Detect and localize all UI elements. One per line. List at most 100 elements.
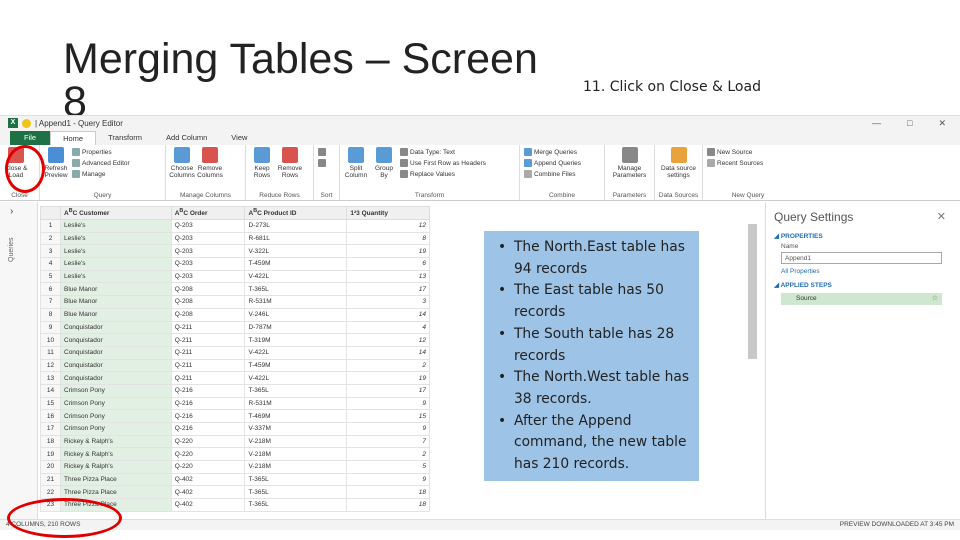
- manage-button[interactable]: Manage: [72, 170, 130, 178]
- maximize-button[interactable]: □: [907, 118, 912, 129]
- group-by-button[interactable]: Group By: [372, 147, 396, 190]
- group-label-new-query: New Query: [731, 192, 765, 199]
- cell-customer: Leslie's: [60, 231, 172, 246]
- all-properties-link[interactable]: All Properties: [766, 266, 960, 277]
- grid-header-row: ABC Customer ABC Order ABC Product ID 1²…: [40, 206, 430, 220]
- row-number: 19: [40, 447, 61, 462]
- table-row[interactable]: 4 Leslie's Q-203 T-459M 6: [40, 257, 430, 271]
- sort-descending-button[interactable]: [318, 159, 326, 167]
- column-header-label: Product ID: [263, 210, 297, 218]
- remove-rows-icon: [282, 147, 298, 163]
- table-row[interactable]: 7 Blue Manor Q-208 R-531M 3: [40, 295, 430, 309]
- tab-add-column[interactable]: Add Column: [154, 131, 219, 145]
- step-settings-icon[interactable]: ☆: [932, 294, 938, 302]
- refresh-preview-label: Refresh Preview: [44, 165, 68, 179]
- ribbon-group-query: Refresh Preview Properties Advanced Edit…: [40, 145, 166, 200]
- queries-pane[interactable]: › Queries: [0, 202, 38, 519]
- group-label-reduce-rows: Reduce Rows: [259, 192, 300, 199]
- split-column-button[interactable]: Split Column: [344, 147, 368, 190]
- data-type-dropdown[interactable]: Data Type: Text: [400, 148, 486, 156]
- table-row[interactable]: 16 Crimson Pony Q-216 T-469M 15: [40, 409, 430, 423]
- tab-file[interactable]: File: [10, 131, 51, 145]
- tab-transform[interactable]: Transform: [96, 131, 154, 145]
- manage-label: Manage: [82, 170, 106, 178]
- remove-columns-button[interactable]: Remove Columns: [197, 147, 223, 190]
- merge-queries-button[interactable]: Merge Queries: [524, 148, 581, 156]
- column-header-customer[interactable]: ABC Customer: [60, 206, 172, 220]
- properties-button[interactable]: Properties: [72, 148, 130, 156]
- remove-columns-icon: [202, 147, 218, 163]
- table-row[interactable]: 8 Blue Manor Q-208 V-246L 14: [40, 307, 430, 322]
- table-row[interactable]: 12 Conquistador Q-211 T-459M 2: [40, 358, 430, 373]
- new-source-button[interactable]: New Source: [707, 148, 763, 156]
- minimize-button[interactable]: —: [872, 118, 881, 129]
- applied-step-source[interactable]: Source ☆: [781, 293, 942, 305]
- cell-customer: Leslie's: [60, 269, 172, 284]
- table-row[interactable]: 13 Conquistador Q-211 V-422L 19: [40, 371, 430, 385]
- table-row[interactable]: 15 Crimson Pony Q-216 R-531M 9: [40, 396, 430, 411]
- remove-rows-button[interactable]: Remove Rows: [278, 147, 302, 190]
- combine-files-button[interactable]: Combine Files: [524, 170, 581, 178]
- cell-quantity: 3: [346, 295, 430, 309]
- table-row[interactable]: 1 Leslie's Q-203 D-273L 12: [40, 219, 430, 233]
- replace-values-button[interactable]: Replace Values: [400, 170, 486, 178]
- properties-section-header[interactable]: ◢ PROPERTIES: [766, 228, 960, 242]
- table-row[interactable]: 10 Conquistador Q-211 T-319M 12: [40, 333, 430, 347]
- slide: Merging Tables – Screen 8 11. Click on C…: [0, 0, 960, 540]
- append-queries-button[interactable]: Append Queries: [524, 159, 581, 167]
- column-header-product-id[interactable]: ABC Product ID: [244, 206, 348, 220]
- row-number: 16: [40, 409, 61, 423]
- row-number: 21: [40, 472, 61, 487]
- first-row-headers-button[interactable]: Use First Row as Headers: [400, 159, 486, 167]
- cell-customer: Crimson Pony: [60, 409, 172, 423]
- table-row[interactable]: 6 Blue Manor Q-208 T-365L 17: [40, 282, 430, 297]
- table-row[interactable]: 21 Three Pizza Place Q-402 T-365L 9: [40, 472, 430, 487]
- table-row[interactable]: 14 Crimson Pony Q-216 T-365L 17: [40, 383, 430, 398]
- feedback-smiley-icon[interactable]: [22, 118, 31, 128]
- name-input[interactable]: Append1: [781, 252, 942, 264]
- applied-steps-section-header[interactable]: ◢ APPLIED STEPS: [766, 277, 960, 291]
- note-bullet: After the Append command, the new table …: [490, 411, 691, 476]
- tab-view[interactable]: View: [219, 131, 259, 145]
- table-row[interactable]: 20 Rickey & Ralph's Q-220 V-218M 5: [40, 460, 430, 474]
- table-row[interactable]: 9 Conquistador Q-211 D-787M 4: [40, 320, 430, 335]
- group-label-combine: Combine: [548, 192, 575, 199]
- table-row[interactable]: 3 Leslie's Q-203 V-322L 19: [40, 244, 430, 259]
- keep-rows-button[interactable]: Keep Rows: [250, 147, 274, 190]
- cell-customer: Crimson Pony: [60, 383, 172, 398]
- table-row[interactable]: 19 Rickey & Ralph's Q-220 V-218M 2: [40, 447, 430, 462]
- table-row[interactable]: 18 Rickey & Ralph's Q-220 V-218M 7: [40, 434, 430, 449]
- recent-sources-button[interactable]: Recent Sources: [707, 159, 763, 167]
- cell-product-id: R-531M: [244, 396, 348, 411]
- close-window-button[interactable]: ✕: [938, 118, 946, 129]
- tab-home[interactable]: Home: [50, 131, 97, 145]
- table-row[interactable]: 5 Leslie's Q-203 V-422L 13: [40, 269, 430, 284]
- cell-customer: Rickey & Ralph's: [60, 434, 172, 449]
- sort-ascending-button[interactable]: [318, 148, 326, 156]
- query-settings-pane: Query Settings ✕ ◢ PROPERTIES Name Appen…: [765, 202, 960, 519]
- table-row[interactable]: 22 Three Pizza Place Q-402 T-365L 18: [40, 485, 430, 500]
- data-source-settings-button[interactable]: Data source settings: [659, 147, 698, 190]
- group-label-close: Close: [11, 192, 28, 199]
- table-row[interactable]: 11 Conquistador Q-211 V-422L 14: [40, 345, 430, 360]
- row-number: 14: [40, 383, 61, 398]
- table-row[interactable]: 2 Leslie's Q-203 R-681L 8: [40, 231, 430, 246]
- manage-parameters-button[interactable]: Manage Parameters: [609, 147, 650, 190]
- append-queries-label: Append Queries: [534, 159, 581, 167]
- close-icon[interactable]: ✕: [937, 210, 946, 223]
- table-row[interactable]: 17 Crimson Pony Q-216 V-337M 9: [40, 422, 430, 436]
- ribbon: Close & Load Close Refresh Preview Prope…: [0, 145, 960, 201]
- window-controls: — □ ✕: [872, 118, 960, 129]
- row-number: 8: [40, 307, 61, 322]
- cell-customer: Blue Manor: [60, 307, 172, 322]
- expand-queries-icon[interactable]: ›: [10, 206, 13, 217]
- column-header-order[interactable]: ABC Order: [170, 206, 246, 220]
- advanced-editor-button[interactable]: Advanced Editor: [72, 159, 130, 167]
- choose-columns-button[interactable]: Choose Columns: [169, 147, 195, 190]
- column-header-quantity[interactable]: 1²3 Quantity: [346, 206, 430, 220]
- column-header-label: Order: [189, 210, 208, 218]
- vertical-scrollbar[interactable]: [748, 224, 757, 359]
- refresh-preview-button[interactable]: Refresh Preview: [44, 147, 68, 190]
- cell-order: Q-211: [170, 333, 246, 347]
- recent-sources-icon: [707, 159, 715, 167]
